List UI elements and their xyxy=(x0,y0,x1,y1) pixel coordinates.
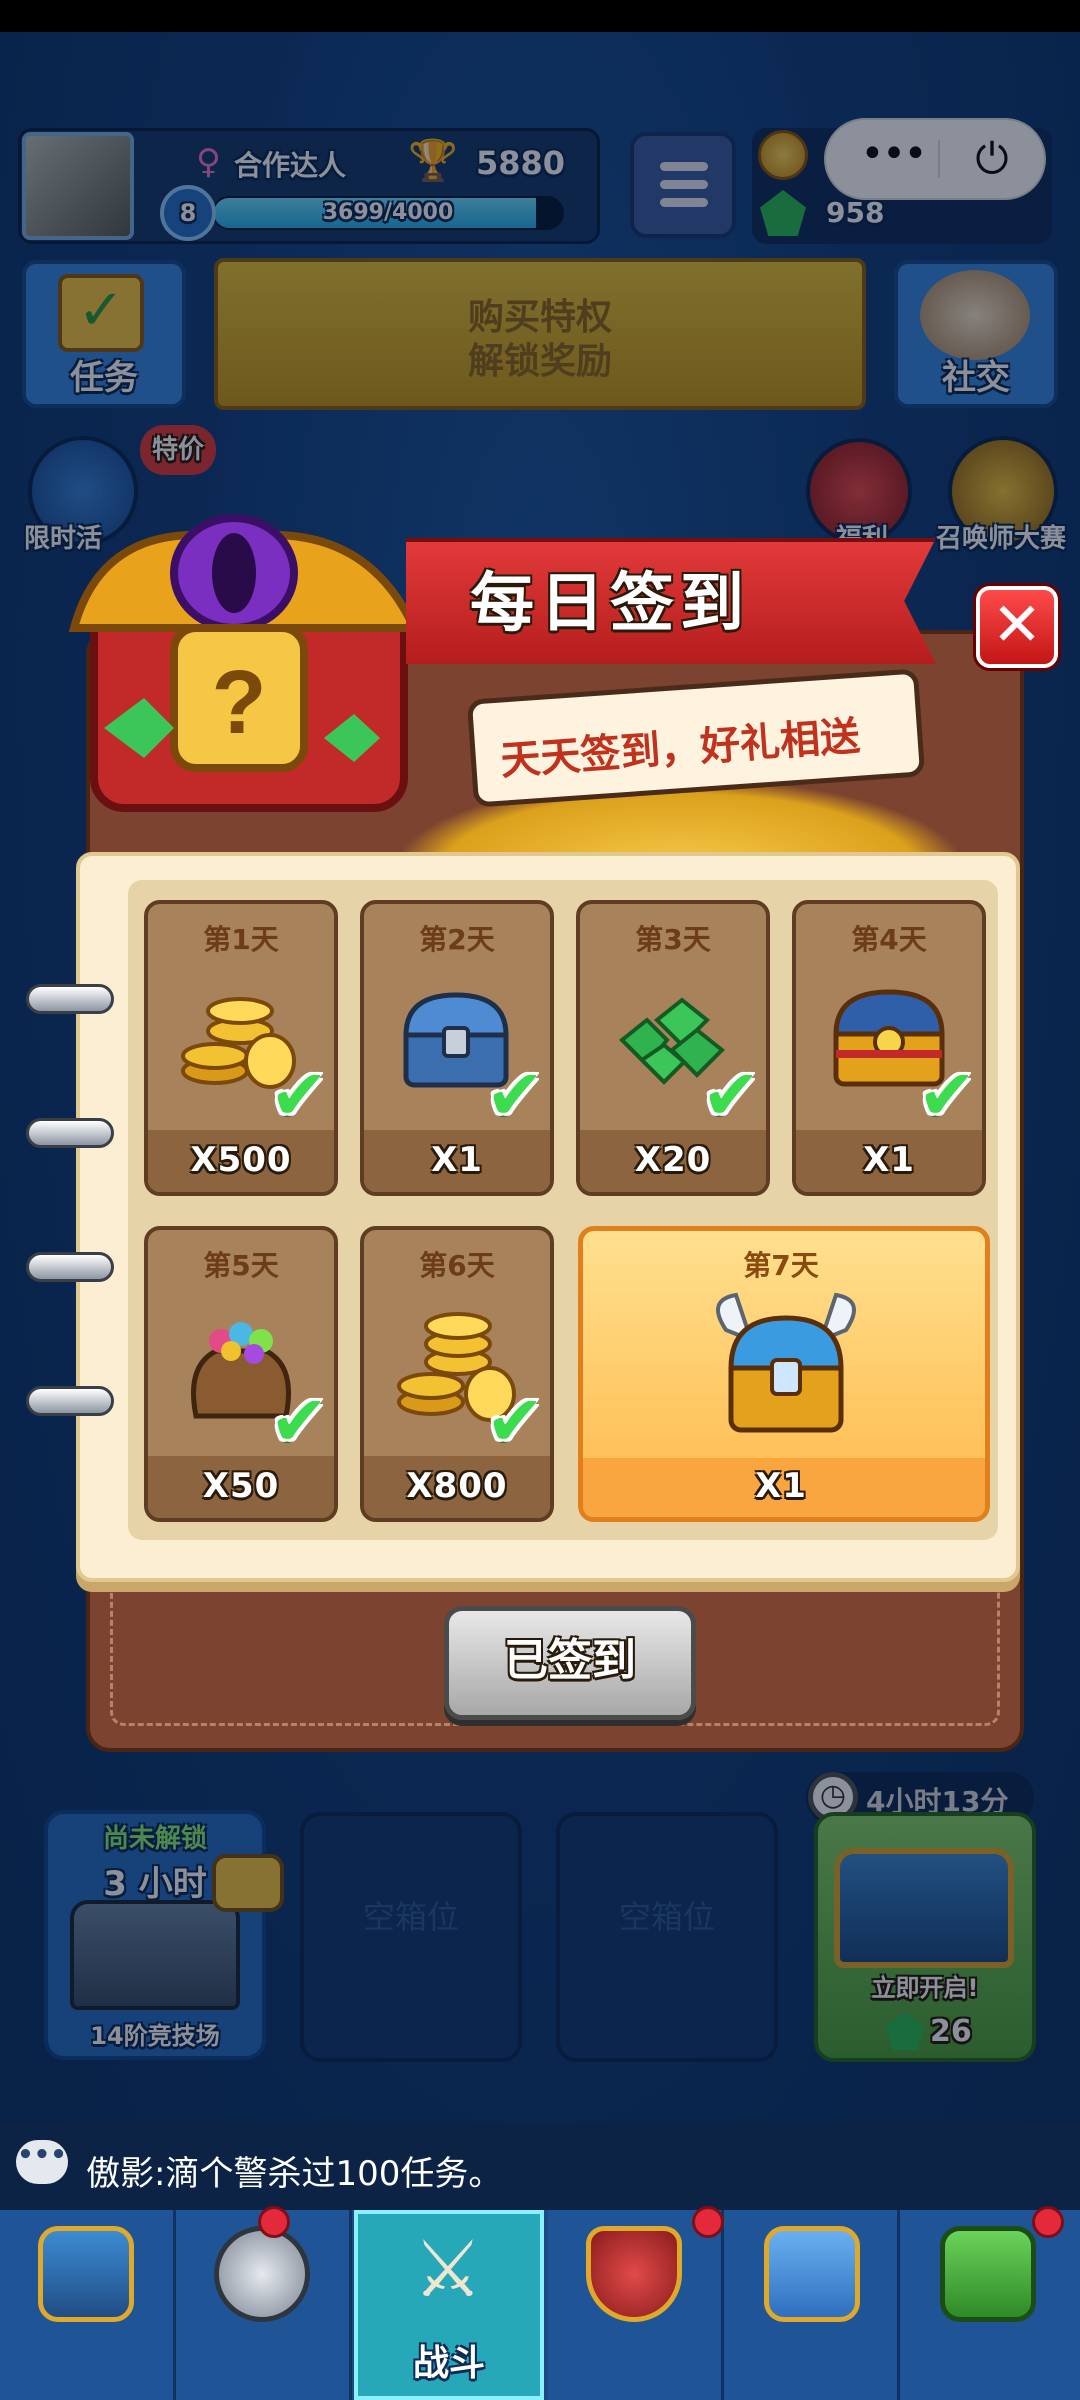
friends-banner-icon xyxy=(764,2226,860,2322)
knight-helmet-icon xyxy=(214,2226,310,2322)
treasure-chest-icon: ? xyxy=(68,514,421,812)
winged-chest-icon xyxy=(716,1292,856,1433)
binder-ring xyxy=(26,1386,114,1416)
binder-ring xyxy=(26,1118,114,1148)
reward-quantity: X500 xyxy=(190,1140,292,1180)
binder-ring xyxy=(26,1252,114,1282)
close-button[interactable]: ✕ xyxy=(976,586,1058,668)
notification-dot xyxy=(1032,2206,1064,2238)
signed-in-button[interactable]: 已签到 xyxy=(444,1606,696,1720)
reward-quantity: X1 xyxy=(755,1466,807,1506)
claimed-check-icon: ✔ xyxy=(269,1380,329,1462)
status-bar xyxy=(0,0,1080,32)
claimed-check-icon: ✔ xyxy=(917,1054,977,1136)
reward-quantity: X50 xyxy=(202,1466,280,1506)
sprout-icon xyxy=(940,2226,1036,2322)
claimed-check-icon: ✔ xyxy=(269,1054,329,1136)
day-label: 第7天 xyxy=(743,1249,819,1282)
day-label: 第5天 xyxy=(203,1249,279,1282)
chat-message: 傲影:滴个警杀过100任务。 xyxy=(86,2154,503,2194)
chat-bubble-icon[interactable]: ••• xyxy=(16,2140,68,2184)
binder-ring xyxy=(26,984,114,1014)
claimed-check-icon: ✔ xyxy=(485,1054,545,1136)
day-label: 第6天 xyxy=(419,1249,495,1282)
notification-dot xyxy=(258,2206,290,2238)
day-label: 第2天 xyxy=(419,923,495,956)
reward-quantity: X20 xyxy=(634,1140,712,1180)
clan-shield-icon xyxy=(586,2226,682,2322)
notification-dot xyxy=(692,2206,724,2238)
modal-title: 每日签到 xyxy=(470,567,750,641)
day-label: 第3天 xyxy=(635,923,711,956)
claimed-check-icon: ✔ xyxy=(701,1054,761,1136)
day-label: 第4天 xyxy=(851,923,927,956)
svg-text:?: ? xyxy=(212,653,267,753)
nav-battle-label: 战斗 xyxy=(412,2343,485,2384)
reward-quantity: X1 xyxy=(863,1140,915,1180)
shop-chest-icon xyxy=(38,2226,134,2322)
crossed-swords-icon: ⚔ xyxy=(413,2225,483,2315)
reward-quantity: X1 xyxy=(431,1140,483,1180)
claimed-check-icon: ✔ xyxy=(485,1380,545,1462)
day-label: 第1天 xyxy=(203,923,279,956)
reward-quantity: X800 xyxy=(406,1466,508,1506)
